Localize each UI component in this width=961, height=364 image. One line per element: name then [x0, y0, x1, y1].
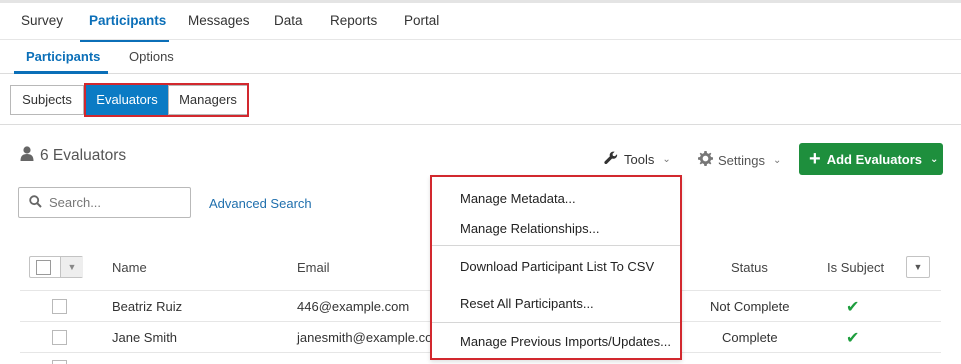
tools-dropdown[interactable]: Tools ⌄: [604, 151, 671, 168]
menu-item-manage-imports[interactable]: Manage Previous Imports/Updates...: [460, 334, 671, 349]
sub-navigation: Participants Options: [0, 40, 961, 74]
checkmark-icon: ✔: [846, 299, 860, 316]
role-subjects-button[interactable]: Subjects: [10, 85, 84, 115]
advanced-search-link[interactable]: Advanced Search: [209, 196, 312, 211]
add-evaluators-label: Add Evaluators: [826, 151, 923, 167]
wrench-icon: [604, 151, 618, 168]
tab-data[interactable]: Data: [274, 13, 303, 28]
menu-item-manage-relationships[interactable]: Manage Relationships...: [460, 221, 599, 236]
row-checkbox[interactable]: [52, 299, 67, 314]
column-header-email[interactable]: Email: [297, 260, 330, 275]
tools-menu: Manage Metadata... Manage Relationships.…: [430, 175, 682, 360]
chevron-down-icon: ⌄: [772, 154, 782, 166]
search-input[interactable]: Search...: [18, 187, 191, 218]
add-evaluators-button[interactable]: + Add Evaluators ⌄: [799, 143, 943, 175]
plus-icon: +: [809, 148, 821, 170]
table-row-name: Beatriz Ruiz: [112, 299, 183, 314]
select-all-checkbox[interactable]: [36, 260, 51, 275]
menu-divider: [432, 245, 680, 246]
table-row-status: Not Complete: [710, 299, 790, 314]
tools-label: Tools: [624, 152, 655, 167]
menu-divider: [432, 322, 680, 323]
column-header-is-subject[interactable]: Is Subject: [827, 260, 884, 275]
row-checkbox[interactable]: [52, 360, 67, 364]
tab-reports[interactable]: Reports: [330, 13, 377, 28]
highlight-box-roles: [84, 83, 249, 117]
column-header-name[interactable]: Name: [112, 260, 147, 275]
tab-messages[interactable]: Messages: [188, 13, 250, 28]
menu-item-manage-metadata[interactable]: Manage Metadata...: [460, 191, 576, 206]
search-icon: [29, 194, 42, 211]
active-subtab-indicator: [14, 71, 108, 74]
evaluator-count: 6 Evaluators: [20, 146, 126, 166]
evaluator-count-label: 6 Evaluators: [40, 147, 127, 164]
search-placeholder: Search...: [49, 195, 102, 210]
select-all-control[interactable]: ▼: [29, 256, 83, 278]
subtab-options[interactable]: Options: [129, 49, 174, 64]
checkmark-icon: ✔: [846, 330, 860, 347]
chevron-down-icon[interactable]: ▼: [60, 257, 83, 277]
column-options-dropdown[interactable]: ▼: [906, 256, 930, 278]
tab-survey[interactable]: Survey: [21, 13, 63, 28]
table-row-email: janesmith@example.com: [297, 330, 444, 345]
section-divider: [0, 124, 961, 125]
table-row-name: Jane Smith: [112, 330, 178, 345]
gear-icon: [698, 151, 713, 169]
chevron-down-icon: ⌄: [930, 153, 939, 165]
subtab-participants[interactable]: Participants: [26, 49, 100, 64]
chevron-down-icon: ⌄: [662, 154, 671, 165]
column-header-status[interactable]: Status: [731, 260, 768, 275]
top-navigation: Survey Participants Messages Data Report…: [0, 0, 961, 42]
person-icon: [20, 146, 34, 166]
table-row-email: 446@example.com: [297, 299, 410, 314]
settings-label: Settings: [718, 152, 765, 168]
menu-item-download-csv[interactable]: Download Participant List To CSV: [460, 259, 654, 274]
row-checkbox[interactable]: [52, 330, 67, 345]
tab-portal[interactable]: Portal: [404, 13, 439, 28]
tab-participants[interactable]: Participants: [89, 13, 166, 28]
menu-item-reset-participants[interactable]: Reset All Participants...: [460, 296, 594, 311]
settings-dropdown[interactable]: Settings ⌄: [698, 151, 781, 169]
table-row-status: Complete: [722, 330, 778, 345]
